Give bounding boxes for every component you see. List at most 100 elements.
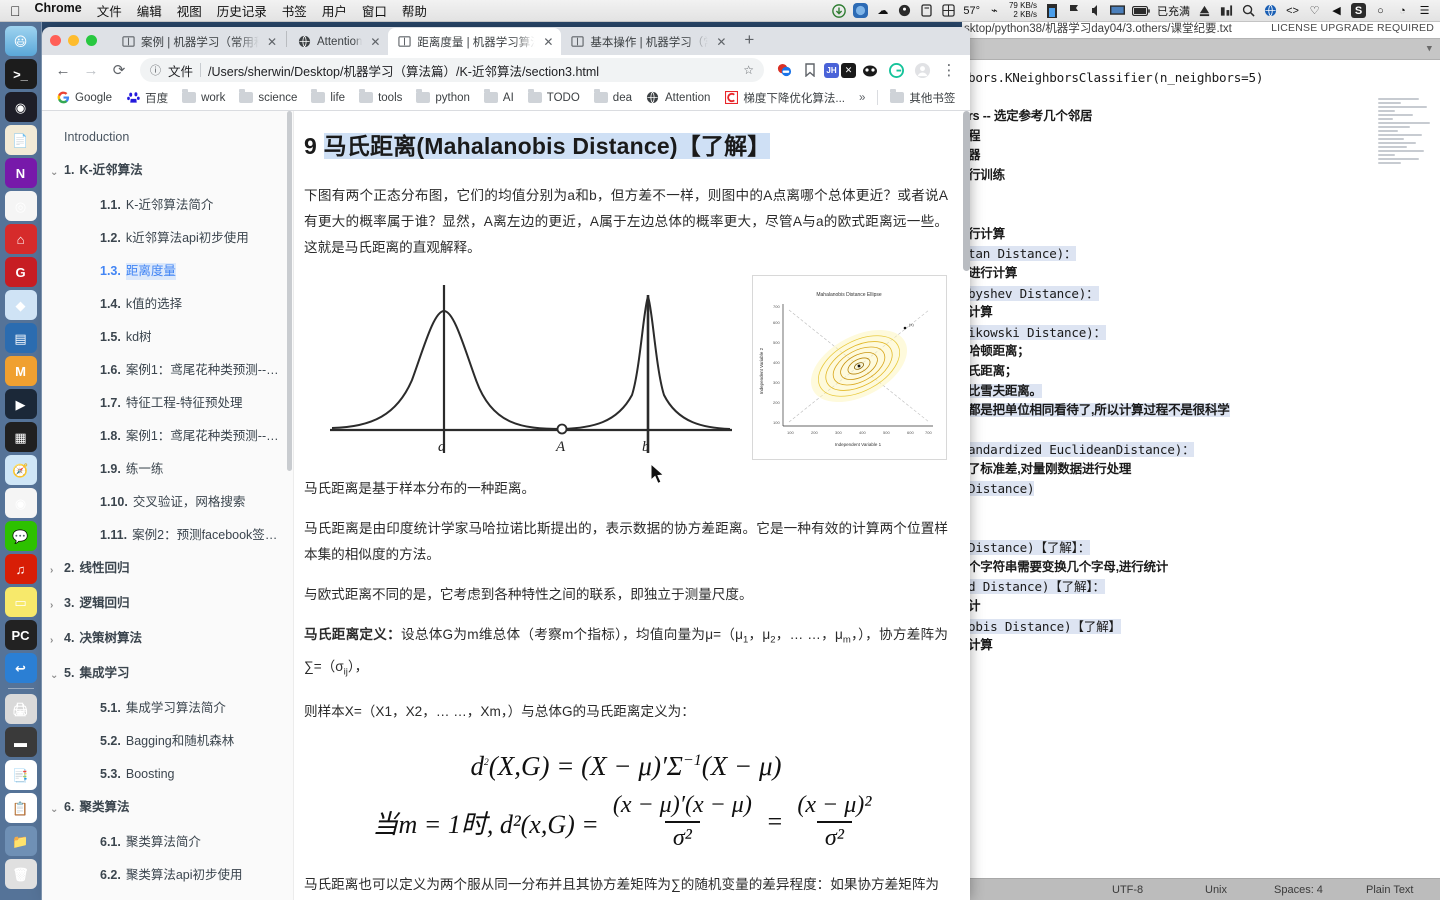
bookmark-tools[interactable]: tools — [353, 88, 408, 108]
code-line[interactable] — [962, 499, 1440, 519]
browser-tab-2[interactable]: 距离度量 | 机器学习算法课程 ✕ — [388, 28, 562, 55]
chrome-icon[interactable]: ◉ — [4, 488, 37, 518]
notes-icon[interactable]: 📄 — [4, 125, 37, 155]
browser-tab-0[interactable]: 案例 | 机器学习（常用科学计算 ✕ — [112, 28, 285, 55]
menu-item-编辑[interactable]: 编辑 — [137, 1, 162, 20]
code-line[interactable] — [962, 186, 1440, 206]
bookmark-manager-icon[interactable] — [798, 58, 822, 82]
close-window-button[interactable] — [50, 35, 61, 46]
chevron-right-icon[interactable]: › — [50, 595, 64, 614]
chevron-down-icon[interactable]: ▼ — [1427, 44, 1432, 54]
speaker-icon[interactable]: ◀ — [1329, 3, 1344, 18]
code-line[interactable]: d Distance)【了解】： — [962, 577, 1440, 597]
sidebar-scrollbar[interactable] — [287, 111, 292, 471]
browser-tab-3[interactable]: 基本操作 | 机器学习（常用科学 ✕ — [561, 28, 734, 55]
bookmark-梯度下降优化算法...[interactable]: 梯度下降优化算法... — [718, 87, 851, 109]
url-text[interactable]: /Users/sherwin/Desktop/机器学习（算法篇）/K-近邻算法/… — [208, 61, 736, 80]
forward-icon[interactable]: → — [78, 57, 104, 83]
sidebar-item-1-4[interactable]: 1.4. k值的选择 — [42, 288, 293, 321]
sidebar-item-1[interactable]: ⌄ 1. K-近邻算法 — [42, 154, 293, 189]
editor-minimap[interactable] — [1378, 98, 1436, 180]
back-icon[interactable]: ← — [50, 57, 76, 83]
printer-icon[interactable]: 🖨 — [4, 694, 37, 724]
stats-icon[interactable] — [1219, 3, 1234, 18]
sidebar-item-1-11[interactable]: 1.11. 案例2：预测facebook签到位置 — [42, 519, 293, 552]
menu-item-视图[interactable]: 视图 — [177, 1, 202, 20]
menu-item-Chrome[interactable]: Chrome — [35, 1, 82, 20]
code-line[interactable]: byshev Distance)： — [962, 284, 1440, 304]
code-line[interactable]: 氏距离； — [962, 362, 1440, 382]
battery-status[interactable]: 已充满 — [1157, 3, 1190, 19]
code-line[interactable] — [962, 519, 1440, 539]
reload-icon[interactable]: ⟳ — [106, 57, 132, 83]
maximize-window-button[interactable] — [86, 35, 97, 46]
profile-icon[interactable] — [910, 58, 934, 82]
code-line[interactable]: Distance) — [962, 479, 1440, 499]
sidebar-item-1-3[interactable]: 1.3. 距离度量 — [42, 255, 293, 288]
code-line[interactable]: Distance)【了解】： — [962, 538, 1440, 558]
location-icon[interactable] — [897, 3, 912, 18]
bookmark-dea[interactable]: dea — [588, 88, 638, 108]
sidebar-item-4[interactable]: › 4. 决策树算法 — [42, 622, 293, 657]
sidebar-item-2[interactable]: › 2. 线性回归 — [42, 552, 293, 587]
airdrop-icon[interactable] — [1197, 3, 1212, 18]
code-line[interactable]: 行训练 — [962, 166, 1440, 186]
sublime-icon[interactable]: ◎ — [4, 191, 37, 221]
sidebar-item-5-3[interactable]: 5.3. Boosting — [42, 758, 293, 791]
status-encoding[interactable]: UTF-8 — [1112, 884, 1143, 896]
code-line[interactable]: 进行计算 — [962, 264, 1440, 284]
code-line[interactable]: 计 — [962, 597, 1440, 617]
control-center-icon[interactable]: ☰ — [1417, 3, 1432, 18]
sidebar-item-6-1[interactable]: 6.1. 聚类算法简介 — [42, 826, 293, 859]
gitee-icon[interactable]: G — [4, 257, 37, 287]
code-line[interactable]: 计算 — [962, 636, 1440, 656]
code-line[interactable]: 了标准差,对量刚数据进行处理 — [962, 460, 1440, 480]
search-icon[interactable] — [1241, 3, 1256, 18]
stickies-icon[interactable]: ▭ — [4, 587, 37, 617]
bookmark-life[interactable]: life — [305, 88, 351, 108]
sidebar-item-5-2[interactable]: 5.2. Bagging和随机森林 — [42, 725, 293, 758]
sidebar-item-1-10[interactable]: 1.10. 交叉验证，网格搜索 — [42, 486, 293, 519]
pycharm-icon[interactable]: ▤ — [4, 323, 37, 353]
doc-sidebar[interactable]: Introduction ⌄ 1. K-近邻算法 1.1. K-近邻算法简介 1.2. k近… — [42, 111, 294, 900]
menu-item-帮助[interactable]: 帮助 — [402, 1, 427, 20]
screen-icon[interactable] — [1110, 3, 1125, 18]
code-line[interactable]: 个字符串需要变换几个字母,进行统计 — [962, 558, 1440, 578]
cleaner-icon[interactable]: ◆ — [4, 290, 37, 320]
apple-logo-icon[interactable]:  — [10, 4, 21, 18]
bookmark-百度[interactable]: 百度 — [120, 87, 174, 109]
sidebar-item-5[interactable]: ⌄ 5. 集成学习 — [42, 657, 293, 692]
code-line[interactable]: 计算 — [962, 303, 1440, 323]
flag-icon[interactable] — [1066, 3, 1081, 18]
sidebar-item-5-1[interactable]: 5.1. 集成学习算法简介 — [42, 692, 293, 725]
sidebar-item-1-7[interactable]: 1.7. 特征工程-特征预处理 — [42, 387, 293, 420]
chrome-menu-icon[interactable]: ⋮ — [936, 57, 962, 83]
terminal-icon[interactable]: >_ — [4, 59, 37, 89]
close-tab-button[interactable]: ✕ — [541, 35, 555, 49]
jh-extension-icon[interactable]: JH — [824, 62, 839, 78]
sidebar-item-3[interactable]: › 3. 逻辑回归 — [42, 587, 293, 622]
code-line[interactable]: 哈顿距离； — [962, 342, 1440, 362]
menu-item-书签[interactable]: 书签 — [282, 1, 307, 20]
bookmark-TODO[interactable]: TODO — [522, 88, 586, 108]
pc-icon[interactable]: PC — [4, 620, 37, 650]
page-info-icon[interactable]: ⓘ — [150, 62, 161, 78]
trash-icon[interactable]: 🗑 — [4, 859, 37, 889]
network-speed-status[interactable]: 79 KB/s 2 KB/s — [1009, 1, 1037, 19]
sidebar-item-1-2[interactable]: 1.2. k近邻算法api初步使用 — [42, 222, 293, 255]
code-line[interactable]: 行计算 — [962, 225, 1440, 245]
code-line[interactable]: 都是把单位相同看待了,所以计算过程不是很科学 — [962, 401, 1440, 421]
grammarly-extension-icon[interactable] — [884, 58, 908, 82]
sidebar-item-6-2[interactable]: 6.2. 聚类算法api初步使用 — [42, 859, 293, 892]
matlab-icon[interactable]: ▦ — [4, 422, 37, 452]
bookmark-work[interactable]: work — [176, 88, 231, 108]
new-tab-button[interactable]: + — [734, 30, 764, 53]
sidebar-item-6[interactable]: ⌄ 6. 聚类算法 — [42, 791, 293, 826]
menu-item-历史记录[interactable]: 历史记录 — [217, 1, 267, 20]
shield-icon[interactable]: ♡ — [1307, 3, 1322, 18]
code-line[interactable]: tan Distance)： — [962, 244, 1440, 264]
obs-icon[interactable]: ◉ — [4, 92, 37, 122]
minimize-window-button[interactable] — [68, 35, 79, 46]
menu-item-文件[interactable]: 文件 — [97, 1, 122, 20]
grid-icon[interactable] — [941, 3, 956, 18]
